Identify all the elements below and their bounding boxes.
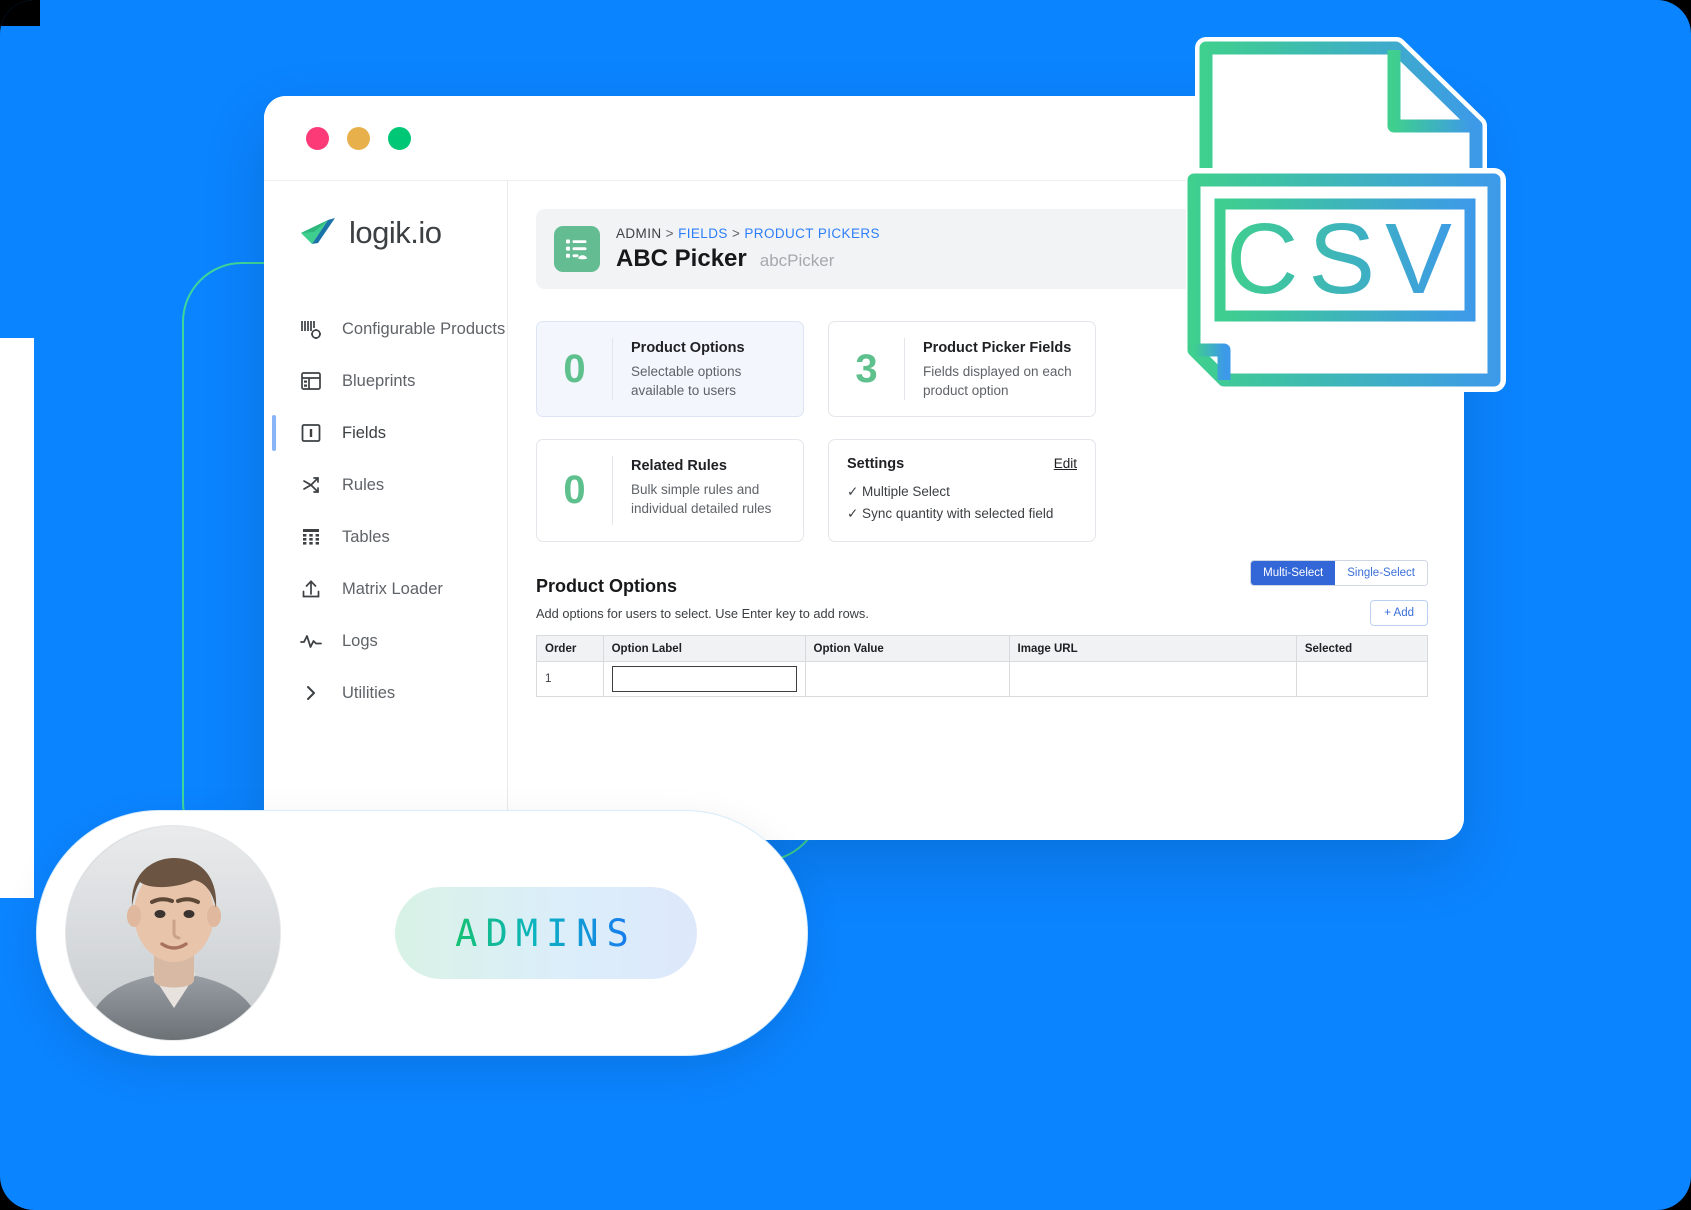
add-row-button[interactable]: + Add xyxy=(1370,600,1428,627)
admins-tag: ADMINS xyxy=(395,887,697,979)
sidebar-item-matrix-loader[interactable]: Matrix Loader xyxy=(264,563,507,615)
settings-card-header: Settings Edit xyxy=(847,456,1077,472)
stat-card-desc: Selectable options available to users xyxy=(631,364,742,399)
stat-card-body: Product Options Selectable options avail… xyxy=(613,338,789,400)
cell-option-label[interactable] xyxy=(602,661,806,698)
breadcrumb-product-pickers[interactable]: PRODUCT PICKERS xyxy=(744,226,880,241)
backdrop-white-panel xyxy=(0,338,34,898)
sidebar-item-label: Configurable Products xyxy=(342,319,506,338)
settings-edit-link[interactable]: Edit xyxy=(1054,456,1077,471)
breadcrumb-root: ADMIN xyxy=(616,225,662,241)
stat-card-value: 0 xyxy=(537,456,613,526)
sidebar-item-rules[interactable]: Rules xyxy=(264,459,507,511)
breadcrumb: ADMIN > FIELDS > PRODUCT PICKERS xyxy=(616,226,880,241)
csv-file-icon: CSV xyxy=(1182,37,1506,392)
stat-card-product-options[interactable]: 0 Product Options Selectable options ava… xyxy=(536,321,804,418)
stat-card-title: Related Rules xyxy=(631,458,727,475)
column-header-option-value: Option Value xyxy=(804,635,1010,663)
sidebar-item-utilities[interactable]: Utilities xyxy=(264,667,507,719)
backdrop-corner-notch xyxy=(0,0,40,26)
tables-icon xyxy=(298,524,324,550)
brand-logo[interactable]: logik.io xyxy=(264,215,507,251)
select-mode-toggle[interactable]: Multi-Select Single-Select xyxy=(1250,560,1428,587)
breadcrumb-fields[interactable]: FIELDS xyxy=(678,226,728,241)
sidebar-item-blueprints[interactable]: Blueprints xyxy=(264,355,507,407)
toggle-multi-select[interactable]: Multi-Select xyxy=(1251,561,1336,586)
sidebar-item-label: Tables xyxy=(342,527,390,546)
product-options-subtitle: Add options for users to select. Use Ent… xyxy=(536,606,869,622)
page-header-text: ADMIN > FIELDS > PRODUCT PICKERS ABC Pic… xyxy=(616,226,880,273)
cell-selected[interactable] xyxy=(1295,661,1429,698)
cell-option-value[interactable] xyxy=(804,661,1010,698)
stat-card-title: Product Picker Fields xyxy=(923,340,1072,356)
cell-image-url[interactable] xyxy=(1008,661,1297,698)
product-options-table: Order Option Label Option Value Image UR… xyxy=(536,635,1429,698)
settings-card-title: Settings xyxy=(847,456,905,473)
user-photo-avatar xyxy=(66,826,280,1040)
breadcrumb-sep: > xyxy=(731,225,741,241)
stat-card-desc: Bulk simple rules and individual detaile… xyxy=(631,482,772,517)
column-header-image-url: Image URL xyxy=(1008,635,1297,663)
stat-card-product-picker-fields[interactable]: 3 Product Picker Fields Fields displayed… xyxy=(828,321,1096,418)
admins-label: ADMINS xyxy=(455,911,637,955)
csv-file-badge: CSV xyxy=(1182,8,1546,398)
sidebar-item-label: Logs xyxy=(342,631,378,650)
sidebar: logik.io Configurable Products Blueprint… xyxy=(264,180,508,840)
close-dot[interactable] xyxy=(306,126,329,150)
sidebar-item-label: Utilities xyxy=(342,683,396,702)
sidebar-item-tables[interactable]: Tables xyxy=(264,511,507,563)
page-api-name: abcPicker xyxy=(759,250,835,270)
chevron-right-icon xyxy=(298,680,324,706)
stat-card-desc: Fields displayed on each product option xyxy=(923,364,1072,399)
table-header-row: Order Option Label Option Value Image UR… xyxy=(536,635,1429,663)
column-header-selected: Selected xyxy=(1295,635,1429,663)
avatar xyxy=(65,825,281,1041)
minimize-dot[interactable] xyxy=(347,126,370,150)
table-row: 1 xyxy=(536,661,1429,698)
sidebar-item-label: Matrix Loader xyxy=(342,579,443,598)
cell-order: 1 xyxy=(536,661,604,698)
paper-plane-icon xyxy=(298,216,338,251)
rules-icon xyxy=(298,472,324,498)
sidebar-item-label: Rules xyxy=(342,475,385,494)
blueprints-icon xyxy=(298,368,324,394)
stat-card-value: 3 xyxy=(829,338,905,401)
toggle-single-select[interactable]: Single-Select xyxy=(1335,561,1427,586)
sidebar-item-logs[interactable]: Logs xyxy=(264,615,507,667)
activity-icon xyxy=(298,628,324,654)
list-picker-icon xyxy=(554,226,600,272)
sidebar-item-label: Fields xyxy=(342,423,387,442)
product-options-section: Multi-Select Single-Select + Add Product… xyxy=(536,560,1429,698)
stat-card-body: Related Rules Bulk simple rules and indi… xyxy=(613,456,789,525)
settings-card: Settings Edit ✓ Multiple Select ✓ Sync q… xyxy=(828,439,1096,543)
upload-icon xyxy=(298,576,324,602)
column-header-order: Order xyxy=(536,635,604,663)
maximize-dot[interactable] xyxy=(388,126,411,150)
stat-card-title: Product Options xyxy=(631,340,745,356)
sidebar-item-fields[interactable]: Fields xyxy=(264,407,507,459)
column-header-option-label: Option Label xyxy=(602,635,806,663)
sidebar-item-label: Blueprints xyxy=(342,371,416,390)
option-label-input[interactable] xyxy=(611,666,797,693)
csv-label: CSV xyxy=(1226,203,1462,315)
stat-card-related-rules[interactable]: 0 Related Rules Bulk simple rules and in… xyxy=(536,439,804,543)
page-title-row: ABC Picker abcPicker xyxy=(616,245,880,273)
brand-logo-text: logik.io xyxy=(349,215,442,250)
stat-card-row-2: 0 Related Rules Bulk simple rules and in… xyxy=(536,439,1428,543)
settings-option-multiple-select: ✓ Multiple Select xyxy=(847,484,950,500)
stat-card-body: Product Picker Fields Fields displayed o… xyxy=(905,338,1081,400)
page-title: ABC Picker xyxy=(616,244,747,272)
settings-option-sync-quantity: ✓ Sync quantity with selected field xyxy=(847,506,1054,522)
stat-card-value: 0 xyxy=(537,338,613,401)
breadcrumb-sep: > xyxy=(665,225,674,241)
admins-pill: ADMINS xyxy=(36,810,808,1056)
configurable-products-icon xyxy=(298,316,324,342)
sidebar-item-configurable-products[interactable]: Configurable Products xyxy=(264,303,507,355)
fields-icon xyxy=(298,420,324,446)
